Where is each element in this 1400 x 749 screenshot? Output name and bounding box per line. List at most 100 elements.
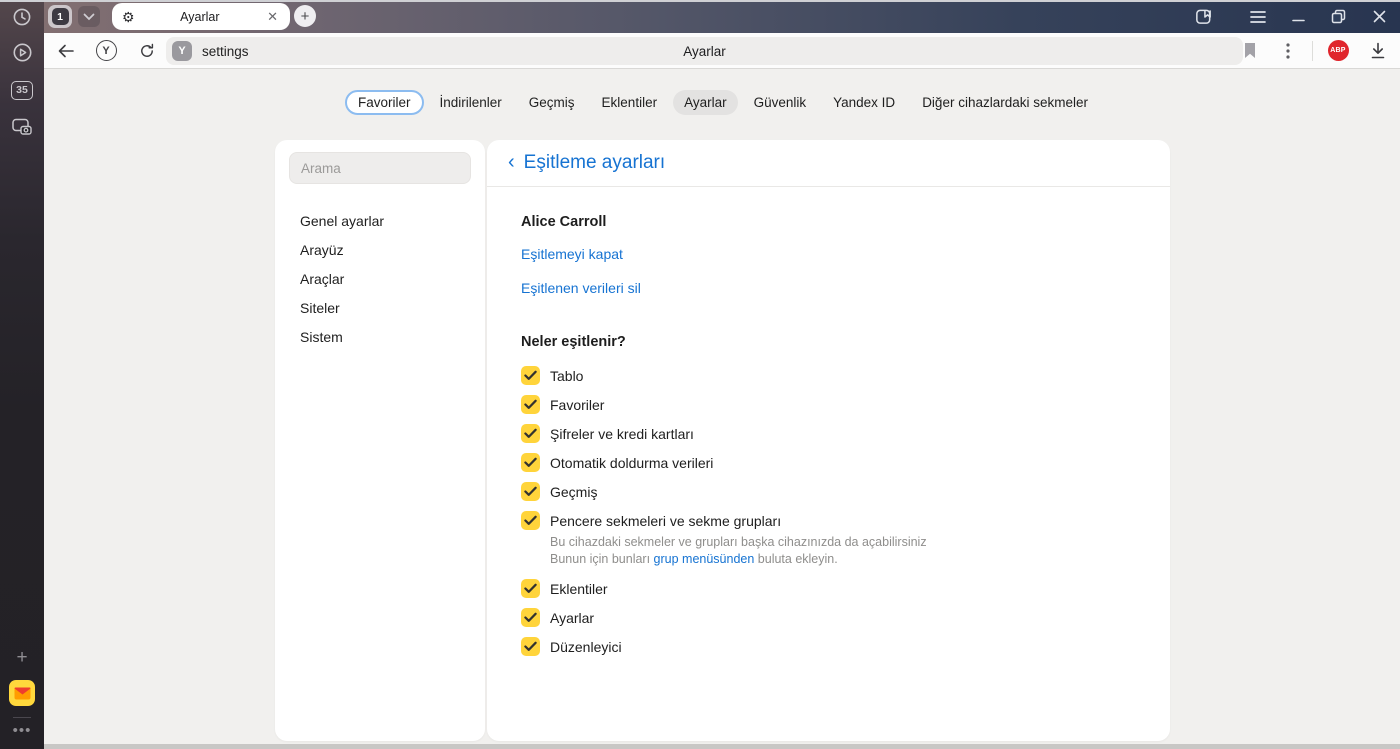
back-button[interactable] (50, 33, 82, 68)
menu-hamburger-icon[interactable] (1241, 0, 1275, 33)
nav-tab-ayarlar[interactable]: Ayarlar (673, 90, 738, 115)
tab-strip: 1 ⚙ Ayarlar ✕ + (44, 0, 1400, 33)
sync-panel-header: ‹ Eşitleme ayarları (487, 140, 1170, 187)
sync-option-row[interactable]: Düzenleyici (521, 632, 1136, 661)
media-play-icon[interactable] (0, 41, 44, 63)
sidebar-divider (13, 717, 31, 718)
url-text: settings (202, 43, 249, 59)
sync-option-label: Favoriler (550, 396, 605, 413)
checkbox-checked[interactable] (521, 511, 540, 530)
description-line-1: Bu cihazdaki sekmeler ve grupları başka … (550, 535, 927, 549)
nav-tab-ge-mi[interactable]: Geçmiş (518, 90, 586, 115)
window-close-button[interactable] (1362, 0, 1396, 33)
adblock-extension-icon[interactable]: ABP (1322, 33, 1354, 68)
settings-sidebar-card: Genel ayarlarArayüzAraçlarSitelerSistem (275, 140, 485, 741)
downloads-icon[interactable] (1362, 33, 1394, 68)
sync-panel-body: Alice Carroll Eşitlemeyi kapat Eşitlenen… (487, 187, 1170, 661)
sidebar-item-ara-lar[interactable]: Araçlar (275, 264, 485, 293)
yandex-mail-icon[interactable] (0, 679, 44, 707)
checkbox-checked[interactable] (521, 482, 540, 501)
sidebar-item-sistem[interactable]: Sistem (275, 322, 485, 351)
sync-items-heading: Neler eşitlenir? (521, 334, 626, 350)
sidebar-item-aray-z[interactable]: Arayüz (275, 235, 485, 264)
toolbar-more-icon[interactable] (1272, 33, 1304, 68)
sync-option-label: Şifreler ve kredi kartları (550, 425, 694, 442)
sidebar-add-icon[interactable]: + (0, 647, 44, 668)
badge-35-icon[interactable]: 35 (0, 80, 44, 100)
sync-option-label: Tablo (550, 367, 584, 384)
browser-toolbar: Y Y settings Ayarlar ABP (44, 33, 1400, 69)
sidebar-more-icon[interactable]: ••• (0, 722, 44, 739)
address-bar[interactable]: Y settings Ayarlar (166, 37, 1243, 65)
sync-option-label: Düzenleyici (550, 638, 622, 655)
bookmark-flag-icon[interactable] (1234, 33, 1266, 68)
nav-tab-g-venlik[interactable]: Güvenlik (743, 90, 818, 115)
toolbar-divider (1312, 41, 1313, 61)
window-minimize-button[interactable] (1281, 0, 1315, 33)
group-menu-link[interactable]: grup menüsünden (654, 552, 755, 566)
sync-option-row[interactable]: Geçmiş (521, 477, 1136, 506)
back-chevron-icon[interactable]: ‹ (508, 152, 515, 172)
nav-tab-i-ndirilenler[interactable]: İndirilenler (429, 90, 513, 115)
screenshot-camera-icon[interactable] (0, 116, 44, 138)
window-top-edge (0, 0, 1400, 2)
refresh-button[interactable] (131, 33, 163, 68)
sync-option-label: Eklentiler (550, 580, 608, 597)
search-input[interactable] (289, 152, 471, 184)
sync-option-label: Otomatik doldurma verileri (550, 454, 714, 471)
checkbox-checked[interactable] (521, 453, 540, 472)
sync-option-row[interactable]: Şifreler ve kredi kartları (521, 419, 1136, 448)
sync-option-label: Geçmiş (550, 483, 598, 500)
adblock-badge: ABP (1327, 40, 1349, 61)
nav-tab-yandex-id[interactable]: Yandex ID (822, 90, 906, 115)
history-clock-icon[interactable] (0, 6, 44, 28)
app-sidebar: 35 + ••• (0, 0, 44, 749)
sync-checkbox-list: Tablo Favoriler Şifreler ve kredi kartları… (521, 361, 1136, 661)
checkbox-checked[interactable] (521, 424, 540, 443)
settings-section-list: Genel ayarlar Arayüz Araçlar Siteler Sistem (275, 206, 485, 351)
side-panel-icon[interactable] (1186, 0, 1220, 33)
checkbox-checked[interactable] (521, 366, 540, 385)
browser-tab[interactable]: ⚙ Ayarlar ✕ (112, 3, 290, 30)
settings-page: Favoriler İndirilenler Geçmiş Eklentiler Aya… (44, 69, 1400, 749)
sync-option-label: Ayarlar (550, 609, 595, 626)
omnibox-page-title: Ayarlar (683, 43, 726, 59)
tab-close-icon[interactable]: ✕ (265, 9, 280, 25)
badge-35-number: 35 (11, 80, 33, 100)
sync-option-row[interactable]: Eklentiler (521, 574, 1136, 603)
page-favicon: Y (172, 41, 192, 61)
sync-option-row[interactable]: Pencere sekmeleri ve sekme grupları (521, 506, 1136, 535)
sync-option-row[interactable]: Favoriler (521, 390, 1136, 419)
window-bottom-edge (44, 744, 1400, 749)
yandex-home-button[interactable]: Y (90, 33, 122, 68)
tab-title: Ayarlar (180, 9, 220, 24)
nav-tab-di-er-cihazlardaki-sekmeler[interactable]: Diğer cihazlardaki sekmeler (911, 90, 1099, 115)
checkbox-checked[interactable] (521, 395, 540, 414)
tab-counter-value: 1 (51, 8, 69, 25)
account-name: Alice Carroll (521, 214, 607, 230)
settings-nav: Favoriler İndirilenler Geçmiş Eklentiler Aya… (44, 90, 1400, 115)
sync-panel-title[interactable]: Eşitleme ayarları (524, 152, 666, 174)
sync-settings-card: ‹ Eşitleme ayarları Alice Carroll Eşitle… (487, 140, 1170, 741)
sidebar-item-siteler[interactable]: Siteler (275, 293, 485, 322)
window-restore-button[interactable] (1321, 0, 1355, 33)
checkbox-checked[interactable] (521, 608, 540, 627)
nav-tab-favoriler[interactable]: Favoriler (344, 90, 424, 115)
sync-option-row[interactable]: Ayarlar (521, 603, 1136, 632)
tab-list-chevron-button[interactable] (78, 6, 100, 27)
tab-gear-icon: ⚙ (122, 8, 135, 25)
description-line-2: Bunun için bunları grup menüsünden bulut… (550, 551, 838, 566)
checkbox-checked[interactable] (521, 579, 540, 598)
delete-synced-data-link[interactable]: Eşitlenen verileri sil (521, 280, 641, 296)
checkbox-checked[interactable] (521, 637, 540, 656)
sync-option-description: Bu cihazdaki sekmeler ve grupları başka … (550, 534, 1136, 567)
nav-tab-eklentiler[interactable]: Eklentiler (591, 90, 669, 115)
new-tab-button[interactable]: + (294, 5, 316, 27)
sidebar-item-genel-ayarlar[interactable]: Genel ayarlar (275, 206, 485, 235)
sync-option-row[interactable]: Otomatik doldurma verileri (521, 448, 1136, 477)
browser-window: 35 + ••• 1 ⚙ Ayarlar ✕ + Y Y settings Ay… (0, 0, 1400, 749)
disable-sync-link[interactable]: Eşitlemeyi kapat (521, 246, 623, 262)
tab-counter-button[interactable]: 1 (48, 5, 72, 28)
sync-option-row[interactable]: Tablo (521, 361, 1136, 390)
sync-option-label: Pencere sekmeleri ve sekme grupları (550, 512, 782, 529)
